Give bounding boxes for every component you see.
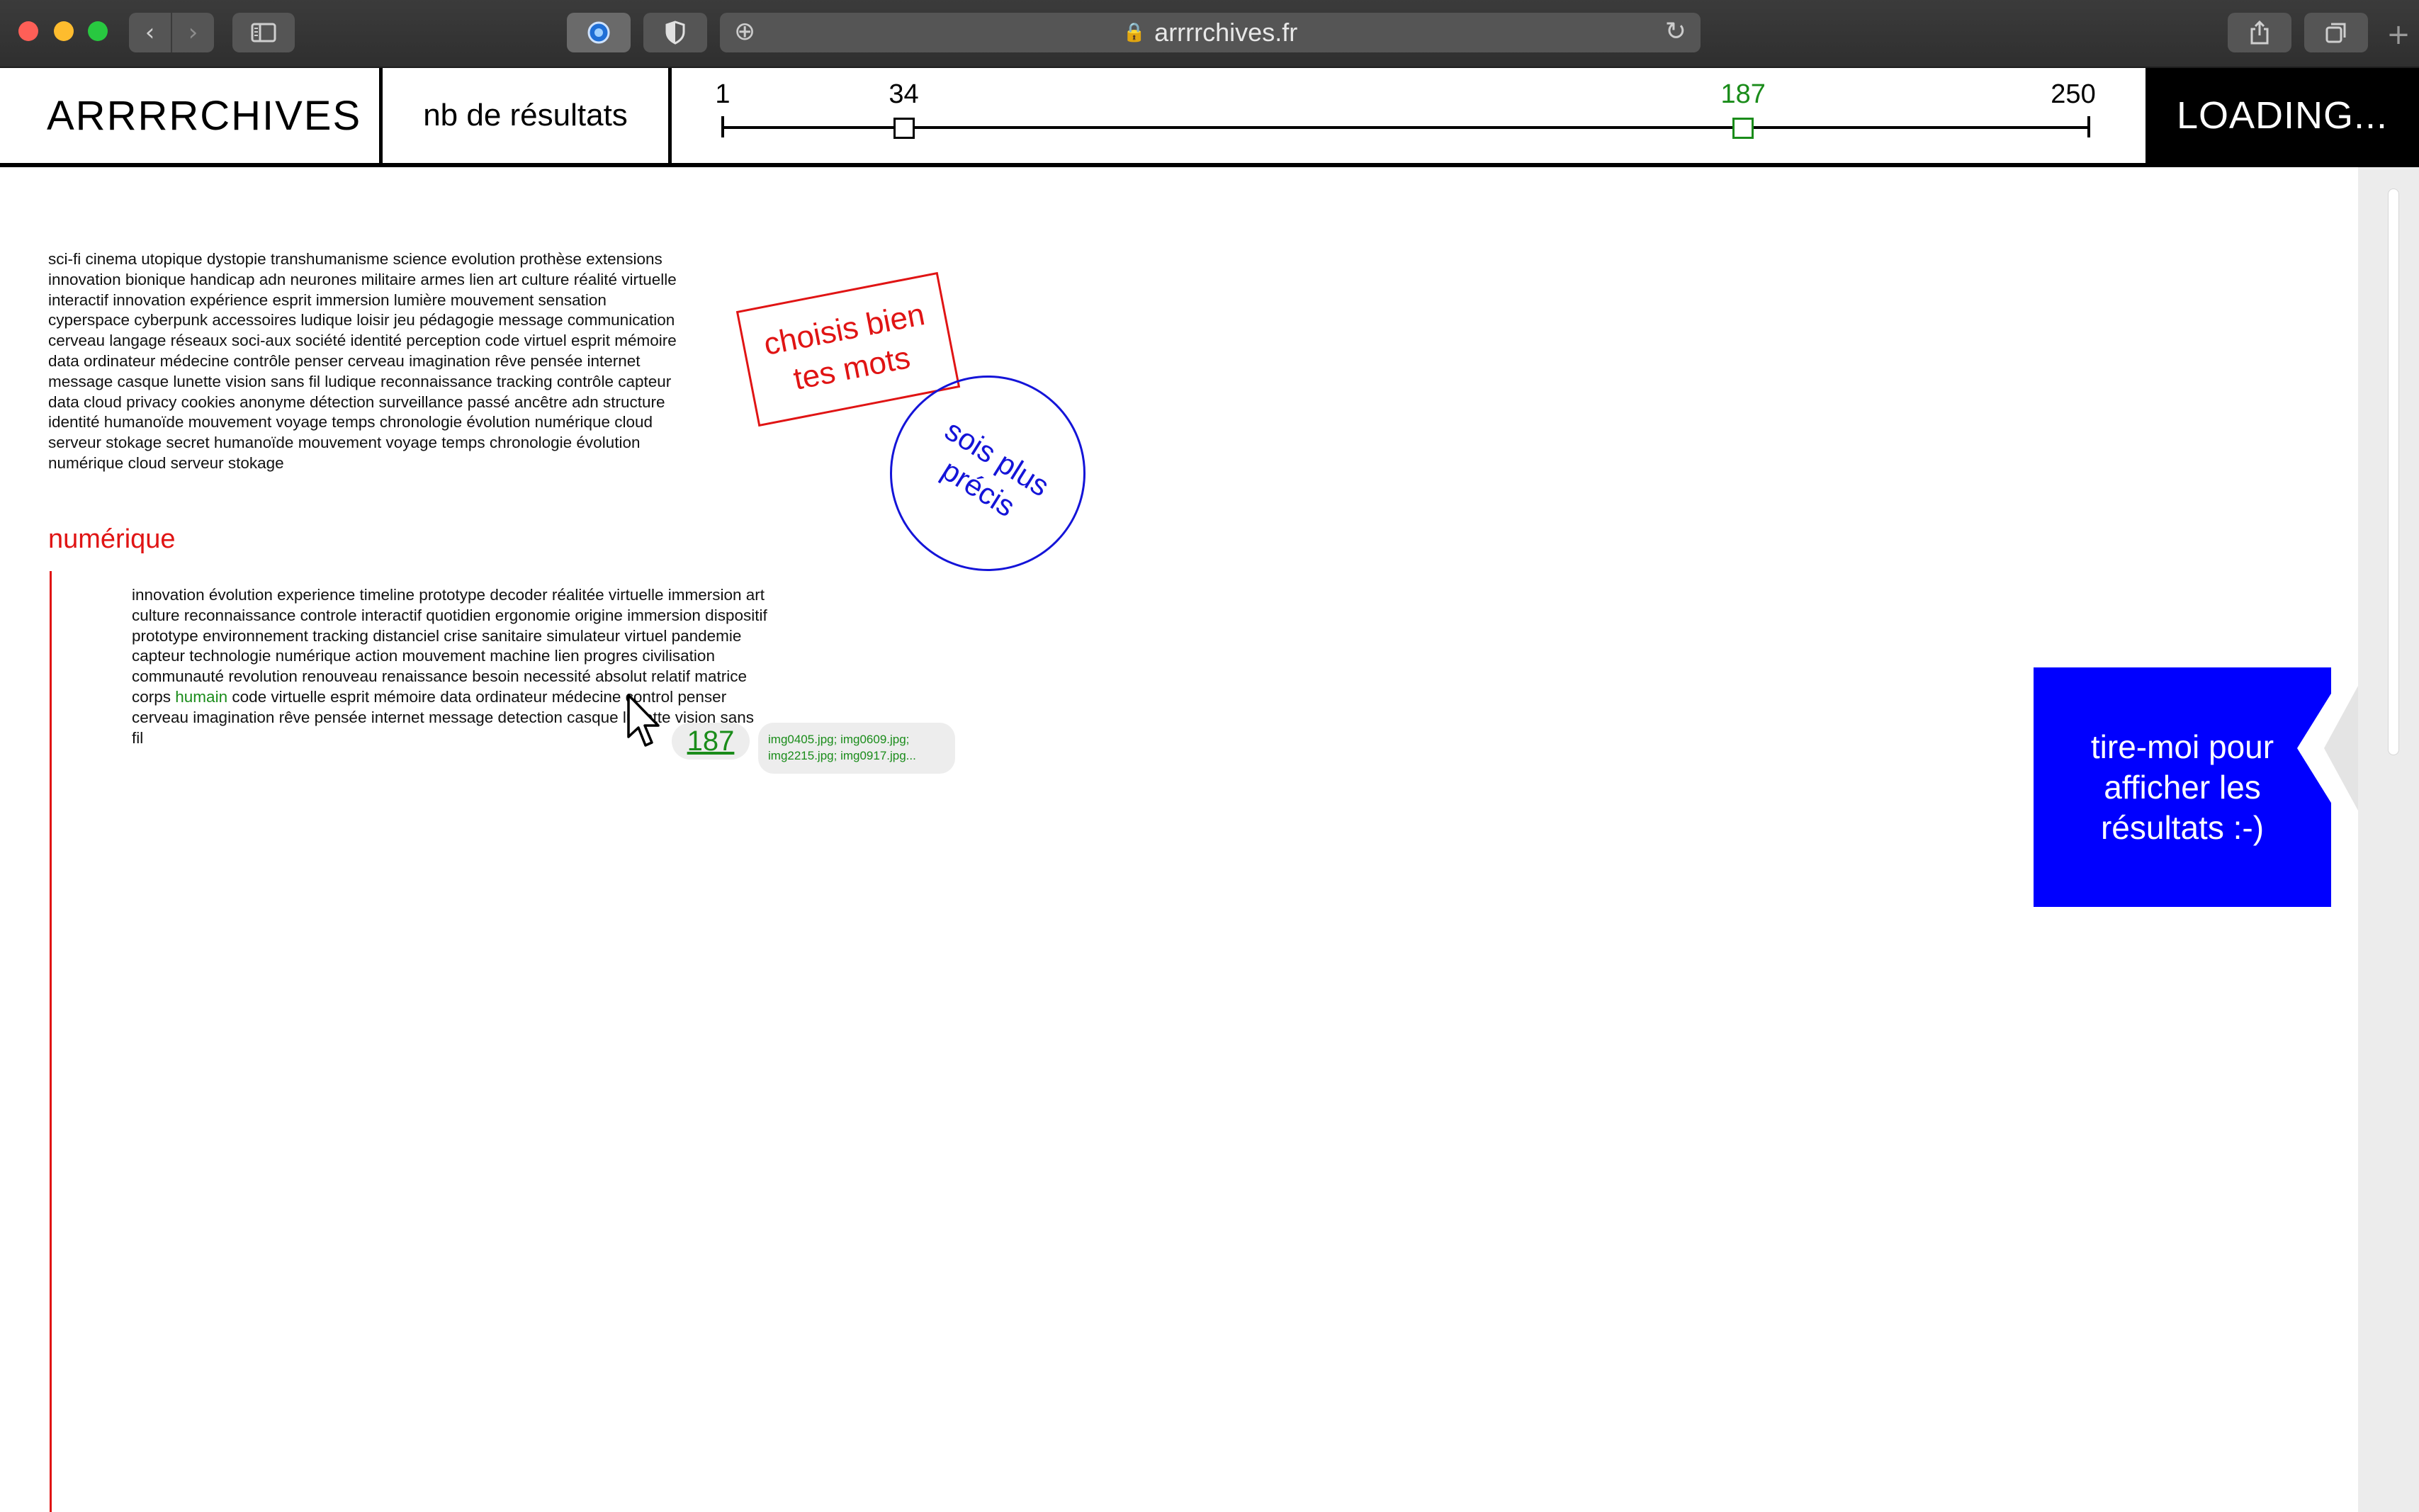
slider-low-value: 34 — [889, 79, 919, 109]
mouse-cursor-icon — [627, 694, 660, 747]
pull-tab-show-results[interactable]: tire-moi pour afficher les résultats :-) — [2034, 667, 2331, 907]
slider-max-label: 250 — [2051, 79, 2096, 109]
maximize-window-button[interactable] — [88, 21, 108, 41]
stamp-choose-words-text: choisis bien tes mots — [761, 297, 928, 397]
lock-icon: 🔒 — [1122, 22, 1146, 43]
slider-min-label: 1 — [715, 79, 731, 109]
pull-tab-text: tire-moi pour afficher les résultats :-) — [2090, 728, 2274, 846]
close-window-button[interactable] — [18, 21, 38, 41]
new-tab-plus-icon[interactable]: ⊕ — [734, 17, 755, 46]
loading-status: LOADING... — [2145, 68, 2419, 163]
reload-icon[interactable]: ↻ — [1665, 17, 1686, 46]
plus-icon[interactable]: + — [2381, 17, 2416, 52]
tag-cloud-general: sci-fi cinema utopique dystopie transhum… — [48, 250, 677, 472]
site-logo[interactable]: ARRRRCHIVES — [0, 68, 383, 163]
site-header: ARRRRCHIVES nb de résultats 1 250 34 187… — [0, 68, 2419, 167]
results-range-slider[interactable]: 1 250 34 187 — [672, 68, 2145, 163]
shield-icon — [665, 21, 685, 45]
minimize-window-button[interactable] — [54, 21, 74, 41]
result-count-link[interactable]: 187 — [672, 723, 750, 760]
result-files-preview: img0405.jpg; img0609.jpg; img2215.jpg; i… — [758, 723, 955, 774]
forward-icon[interactable]: › — [172, 18, 214, 47]
results-count-label: nb de résultats — [383, 68, 672, 163]
extension-button[interactable] — [567, 13, 631, 52]
share-icon — [2250, 20, 2269, 45]
show-tabs-button[interactable] — [2304, 13, 2368, 52]
slider-low-handle[interactable] — [893, 118, 915, 139]
tag-word-humain[interactable]: humain — [175, 688, 227, 706]
browser-toolbar: ‹ › ⊕ 🔒 arrrrchives.fr ↻ + — [0, 0, 2419, 68]
slider-track[interactable] — [723, 126, 2089, 129]
slider-high-handle[interactable] — [1732, 118, 1754, 139]
section-title[interactable]: numérique — [48, 524, 176, 555]
pull-tab-notch-shadow — [2324, 686, 2358, 811]
history-nav: ‹ › — [129, 13, 214, 52]
extension-icon — [587, 21, 610, 44]
privacy-button[interactable] — [643, 13, 707, 52]
sidebar-icon — [251, 23, 276, 43]
slider-max-cap — [2087, 116, 2090, 137]
slider-min-cap — [721, 116, 724, 137]
slider-high-value: 187 — [1720, 79, 1766, 109]
tabs-icon — [2325, 23, 2346, 43]
tag-cloud-numerique: innovation évolution experience timeline… — [132, 585, 769, 748]
sidebar-toggle-button[interactable] — [232, 13, 295, 52]
share-button[interactable] — [2228, 13, 2291, 52]
address-bar[interactable]: ⊕ 🔒 arrrrchives.fr ↻ — [720, 13, 1701, 52]
back-icon[interactable]: ‹ — [129, 18, 171, 47]
section-divider — [50, 571, 52, 1512]
stamp-be-precise: sois plus précis — [890, 376, 1086, 571]
stamp-be-precise-text: sois plus précis — [936, 413, 1056, 524]
url-text: arrrrchives.fr — [1154, 18, 1298, 47]
scrollbar-thumb[interactable] — [2388, 188, 2399, 755]
